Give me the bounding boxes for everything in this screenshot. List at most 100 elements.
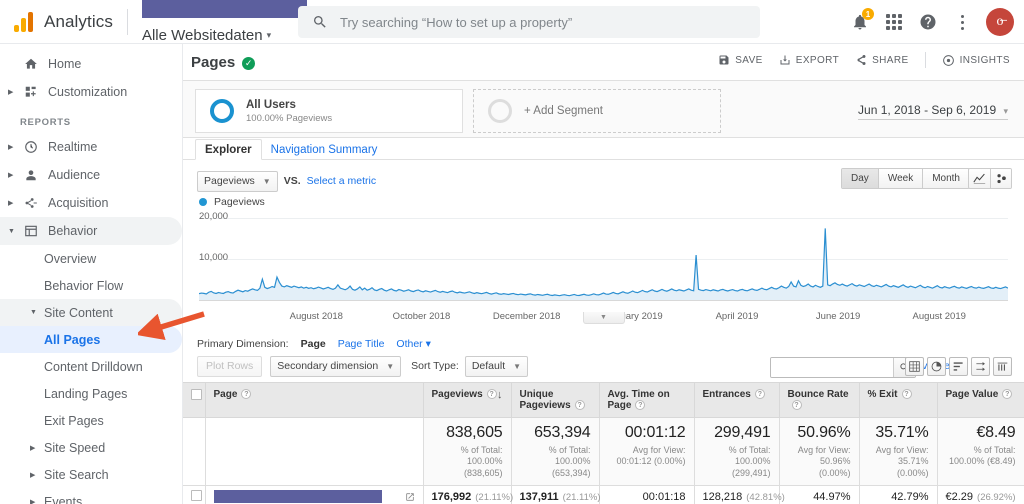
row-checkbox-cell[interactable] (183, 485, 206, 504)
row-page-value-cell: €2.29 (26.92%) (937, 485, 1024, 504)
column-header-bounce-rate[interactable]: Bounce Rate? (779, 382, 860, 418)
granularity-month[interactable]: Month (922, 169, 969, 188)
secondary-dimension-selector[interactable]: Secondary dimension ▼ (270, 355, 402, 377)
sidebar-item-acquisition[interactable]: ▶ Acquisition (0, 189, 182, 217)
date-range-selector[interactable]: Jun 1, 2018 - Sep 6, 2019 ▾ (858, 103, 1008, 120)
help-icon[interactable]: ? (901, 389, 912, 399)
column-header-avg-time-on-page[interactable]: Avg. Time on Page? (599, 382, 695, 418)
share-label: SHARE (872, 54, 909, 66)
sidebar-item-events[interactable]: ▶ Events (0, 488, 182, 504)
save-icon (719, 55, 729, 65)
chart-plot (199, 228, 1008, 300)
sort-type-selector[interactable]: Default ▼ (464, 355, 529, 377)
tab-explorer[interactable]: Explorer (195, 139, 262, 160)
help-icon[interactable]: ? (241, 389, 252, 399)
line-chart-icon[interactable] (969, 169, 990, 188)
export-button[interactable]: EXPORT (779, 54, 839, 66)
sidebar-item-audience[interactable]: ▶ Audience (0, 161, 182, 189)
apps-grid-icon[interactable] (878, 6, 910, 38)
sidebar-item-behavior-flow[interactable]: Behavior Flow (0, 272, 182, 299)
metric-selector[interactable]: Pageviews ▼ (197, 170, 278, 192)
pageviews-chart[interactable]: 20,000 10,000 August 2018 October 2018 D… (199, 210, 1008, 324)
table-row[interactable]: 176,992 (21.11%) 137,911 (21.11%) 00:01:18… (183, 485, 1024, 504)
sidebar-item-realtime[interactable]: ▶ Realtime (0, 133, 182, 161)
column-label: % Exit (867, 389, 898, 400)
sidebar-item-all-pages[interactable]: All Pages (0, 326, 182, 353)
help-icon[interactable]: ? (574, 400, 585, 410)
summary-cell-entrances: 299,491 % of Total: 100.00% (299,491) (694, 417, 780, 486)
sidebar-item-home[interactable]: Home (0, 50, 182, 78)
help-icon[interactable]: ? (1002, 389, 1013, 399)
sort-desc-icon[interactable]: ↓ (497, 389, 503, 401)
pivot-view-icon[interactable] (993, 357, 1012, 376)
add-segment-button[interactable]: + Add Segment (473, 89, 721, 133)
help-icon[interactable]: ? (635, 400, 646, 410)
select-a-metric-link[interactable]: Select a metric (307, 175, 376, 187)
legend-label: Pageviews (214, 196, 265, 208)
sidebar-item-site-content[interactable]: ▼ Site Content (0, 299, 182, 326)
plot-rows-button[interactable]: Plot Rows (197, 355, 263, 377)
sidebar-item-site-search[interactable]: ▶ Site Search (0, 461, 182, 488)
sidebar-item-exit-pages[interactable]: Exit Pages (0, 407, 182, 434)
primary-dimension-other[interactable]: Other ▾ (396, 338, 430, 350)
table-view-icon[interactable] (905, 357, 924, 376)
sort-type-label: Sort Type: (411, 360, 459, 372)
column-label: Pageviews (431, 389, 483, 400)
more-vert-icon[interactable] (946, 6, 978, 38)
primary-dimension-page-title[interactable]: Page Title (338, 338, 385, 350)
sidebar-item-behavior[interactable]: ▼ Behavior (0, 217, 182, 245)
x-tick: August 2018 (289, 311, 343, 322)
sidebar-item-landing-pages[interactable]: Landing Pages (0, 380, 182, 407)
checkbox-icon[interactable] (191, 389, 202, 400)
column-header-entrances[interactable]: Entrances? (694, 382, 780, 418)
help-icon[interactable] (912, 6, 944, 38)
column-header-page-value[interactable]: Page Value? (937, 382, 1024, 418)
table-search[interactable] (770, 357, 916, 378)
bar-view-icon[interactable] (949, 357, 968, 376)
primary-dimension-page[interactable]: Page (301, 338, 326, 350)
column-header-page[interactable]: Page? (205, 382, 424, 418)
table-header-row: Page? Pageviews? ↓ Unique Pageviews? Avg.… (183, 382, 1024, 418)
table-summary-row: 838,605 % of Total: 100.00% (838,605) 65… (183, 417, 1024, 486)
global-search[interactable] (298, 6, 760, 38)
sidebar-item-site-speed[interactable]: ▶ Site Speed (0, 434, 182, 461)
granularity-week[interactable]: Week (877, 169, 923, 188)
insights-label: INSIGHTS (959, 54, 1010, 66)
chevron-down-icon: ▼ (262, 176, 271, 186)
tab-navigation-summary[interactable]: Navigation Summary (262, 140, 387, 159)
motion-chart-icon[interactable] (990, 169, 1011, 188)
summary-note: % of Total: 100.00% (838,605) (460, 445, 503, 478)
column-header-unique-pageviews[interactable]: Unique Pageviews? (511, 382, 600, 418)
property-selector[interactable]: Alle Websitedaten ▾ (141, 0, 307, 44)
share-button[interactable]: SHARE (855, 54, 908, 66)
segment-all-users[interactable]: All Users 100.00% Pageviews (195, 89, 463, 133)
search-input[interactable] (340, 14, 720, 30)
comparison-view-icon[interactable] (971, 357, 990, 376)
chart-resize-handle[interactable]: ▼ (582, 312, 625, 324)
save-button[interactable]: SAVE (718, 54, 763, 66)
column-header-exit-pct[interactable]: % Exit? (859, 382, 938, 418)
sidebar-section-reports: REPORTS (20, 117, 71, 128)
help-icon[interactable]: ? (791, 400, 802, 410)
bell-icon[interactable]: 1 (844, 6, 876, 38)
table-search-input[interactable] (771, 358, 893, 377)
page-header: Pages ✓ SAVE EXPORT SHARE INSIGHTS (183, 44, 1024, 80)
summary-value: 838,605 (446, 424, 503, 441)
row-page-cell[interactable] (205, 485, 424, 504)
column-header-pageviews[interactable]: Pageviews? ↓ (423, 382, 512, 418)
sidebar-item-overview[interactable]: Overview (0, 245, 182, 272)
avatar[interactable]: o̶ (986, 8, 1014, 36)
sidebar-item-content-drilldown[interactable]: Content Drilldown (0, 353, 182, 380)
granularity-day[interactable]: Day (842, 169, 878, 188)
help-icon[interactable]: ? (486, 389, 497, 399)
summary-cell-empty (183, 417, 206, 486)
add-segment-circle-icon (488, 99, 512, 123)
checkbox-icon[interactable] (191, 489, 202, 501)
select-all-header[interactable] (183, 382, 206, 418)
pie-view-icon[interactable] (927, 357, 946, 376)
other-label: Other (396, 338, 423, 350)
open-in-new-icon[interactable] (405, 492, 415, 502)
sidebar-item-customization[interactable]: ▶ Customization (0, 78, 182, 106)
insights-button[interactable]: INSIGHTS (942, 54, 1010, 67)
help-icon[interactable]: ? (754, 389, 765, 399)
